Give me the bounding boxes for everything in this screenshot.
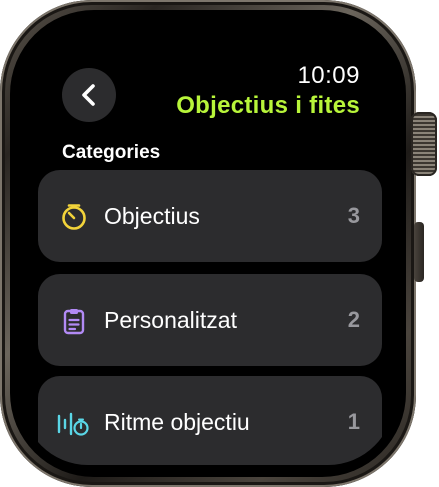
category-count: 1 [347, 409, 360, 434]
watch-screen: 10:09 Objectius i fites Categories Objec… [22, 22, 394, 465]
clock-time: 10:09 [297, 62, 360, 89]
category-count: 2 [347, 307, 360, 332]
category-count: 3 [347, 203, 360, 228]
category-label: Ritme objectiu [104, 409, 250, 435]
chevron-left-icon [82, 84, 95, 106]
page-title: Objectius i fites [176, 92, 360, 119]
apple-watch-frame: 10:09 Objectius i fites Categories Objec… [0, 0, 439, 487]
timer-icon [62, 204, 86, 230]
category-label: Objectius [104, 203, 200, 229]
pace-icon [57, 412, 89, 436]
digital-crown[interactable] [411, 112, 437, 176]
side-button[interactable] [414, 222, 424, 282]
category-row-ritme-objectiu[interactable]: Ritme objectiu 1 [38, 376, 382, 465]
categories-heading: Categories [62, 142, 161, 163]
category-label: Personalitzat [104, 307, 237, 333]
clipboard-icon [63, 309, 85, 335]
category-row-objectius[interactable]: Objectius 3 [38, 170, 382, 262]
back-button[interactable] [62, 68, 116, 122]
category-row-personalitzat[interactable]: Personalitzat 2 [38, 274, 382, 366]
